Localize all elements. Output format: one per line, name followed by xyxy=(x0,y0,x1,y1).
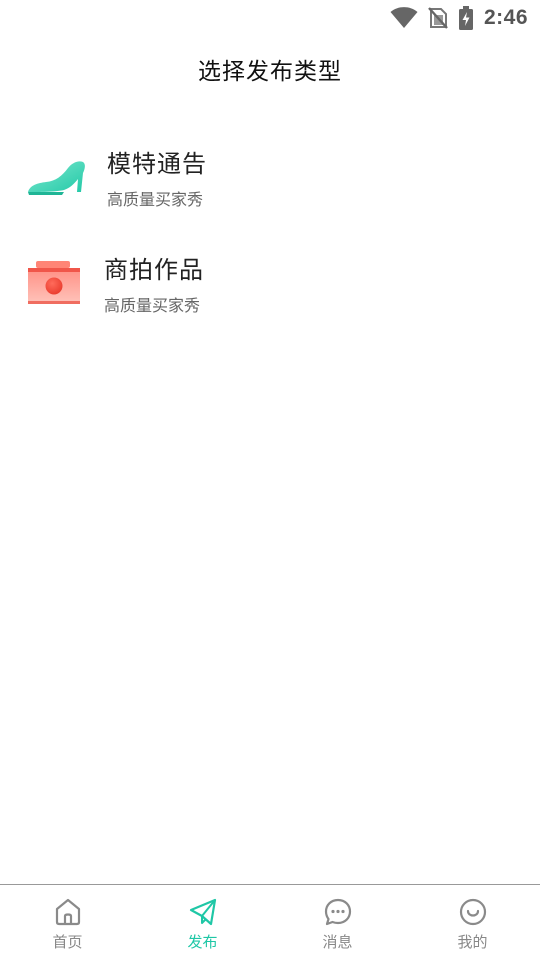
status-time: 2:46 xyxy=(483,6,528,29)
option-model-notice[interactable]: 模特通告 高质量买家秀 xyxy=(0,140,540,230)
nav-item-home[interactable]: 首页 xyxy=(0,885,135,960)
nav-label: 发布 xyxy=(187,933,218,951)
screen: 2:46 选择发布类型 模特通告 高质量买家秀 商拍作品 高质量买家秀 首页 发… xyxy=(0,0,540,960)
option-title: 模特通告 xyxy=(107,150,207,178)
nav-label: 首页 xyxy=(52,933,83,951)
smile-face-icon xyxy=(459,898,486,926)
option-title: 商拍作品 xyxy=(104,256,204,284)
wifi-icon xyxy=(390,7,418,28)
chat-bubble-icon xyxy=(324,898,351,926)
nav-item-publish[interactable]: 发布 xyxy=(135,885,270,960)
page-title: 选择发布类型 xyxy=(198,59,342,85)
status-bar: 2:46 xyxy=(0,0,540,36)
paper-plane-icon xyxy=(189,898,216,926)
option-subtitle: 高质量买家秀 xyxy=(104,296,201,315)
no-sim-icon xyxy=(428,7,448,29)
option-subtitle: 高质量买家秀 xyxy=(107,190,204,209)
battery-charging-icon xyxy=(458,6,473,30)
status-icons: 2:46 xyxy=(390,5,528,31)
nav-item-mine[interactable]: 我的 xyxy=(405,885,540,960)
high-heel-icon xyxy=(28,161,85,195)
camera-box-icon xyxy=(28,261,80,304)
nav-label: 我的 xyxy=(457,933,488,951)
option-commercial-shoot[interactable]: 商拍作品 高质量买家秀 xyxy=(0,246,540,336)
nav-label: 消息 xyxy=(322,933,353,951)
bottom-nav: 首页 发布 消息 我的 xyxy=(0,884,540,960)
home-icon xyxy=(55,898,80,926)
nav-item-messages[interactable]: 消息 xyxy=(270,885,405,960)
